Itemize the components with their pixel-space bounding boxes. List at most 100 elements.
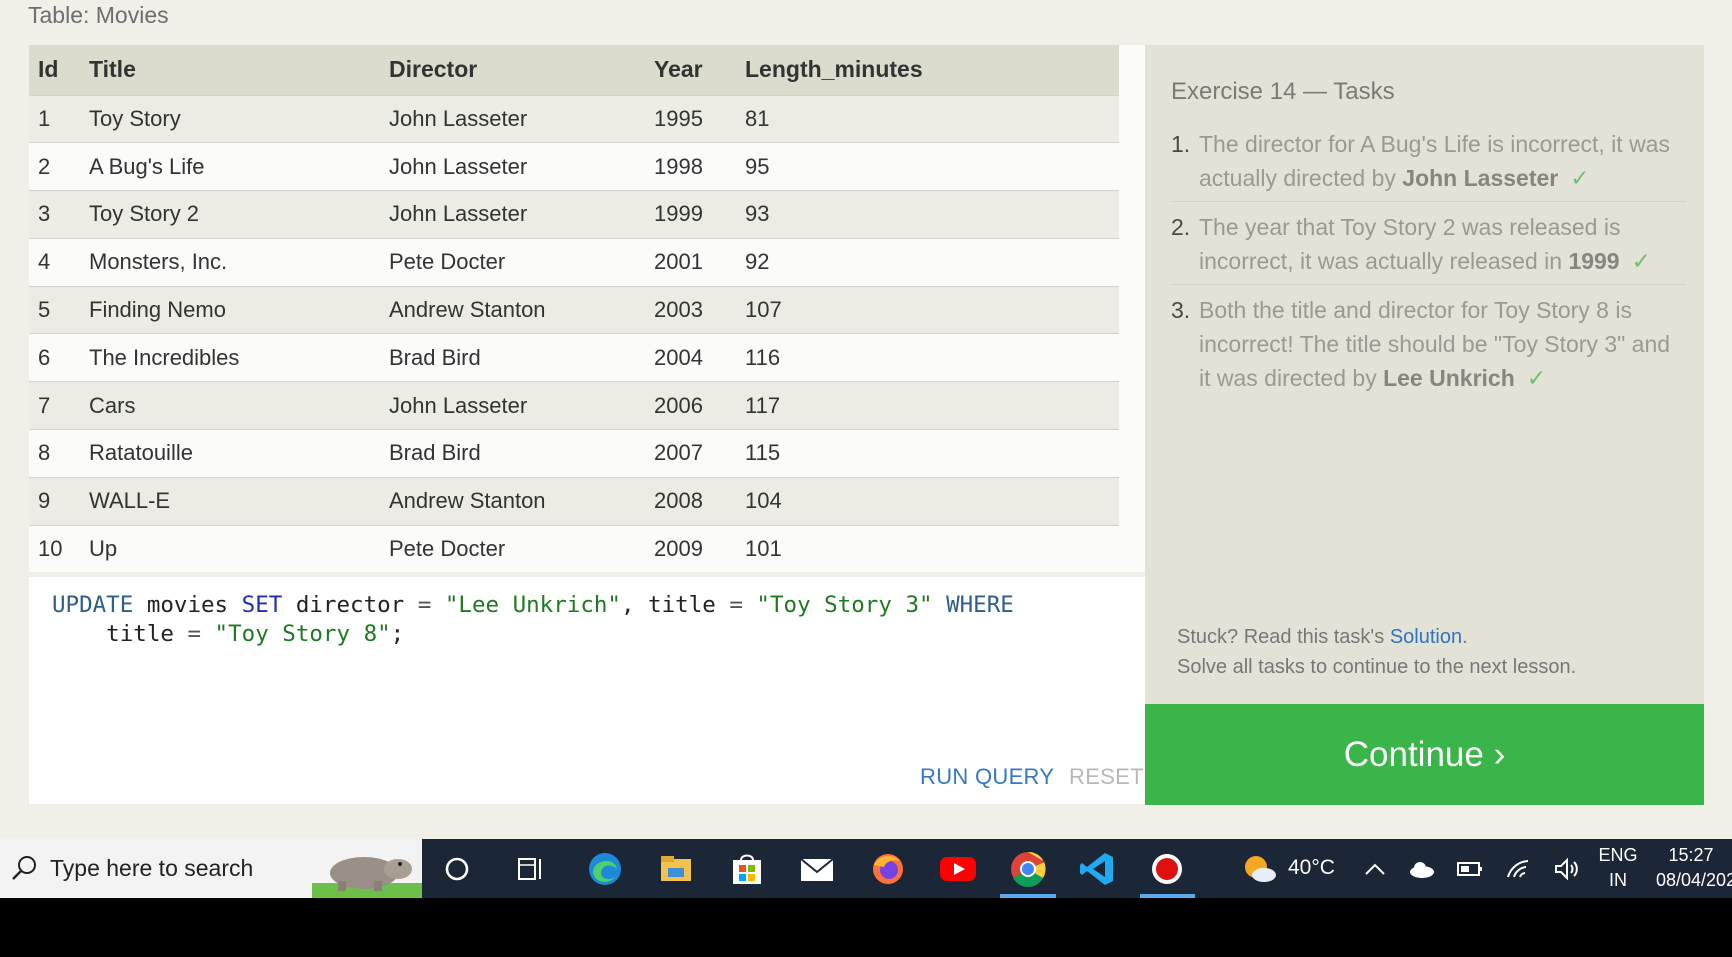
cell-id: 4 [29,237,89,287]
task-view-icon[interactable] [511,849,551,889]
screen-bottom-bezel [0,898,1732,957]
tasks-title: Exercise 14 — Tasks [1171,78,1395,105]
table-caption: Table: Movies [28,2,169,28]
task-answer: John Lasseter [1402,165,1559,191]
cell-title: Cars [89,381,389,430]
table-row: 1 Toy Story John Lasseter 1995 81 [29,94,1119,143]
cell-id: 8 [29,429,89,478]
cell-year: 2006 [654,381,745,430]
cell-title: Finding Nemo [89,285,389,334]
task-item: 2. The year that Toy Story 2 was release… [1171,210,1686,285]
cell-director: John Lasseter [389,94,654,143]
hippo-illustration-icon [312,857,422,898]
checkmark-icon: ✓ [1526,365,1547,391]
sql-token: ; [390,621,405,647]
task-number: 1. [1171,131,1191,157]
cell-director: Andrew Stanton [389,285,654,334]
mail-icon[interactable] [797,849,837,889]
sql-string: "Lee Unkrich" [431,592,621,618]
cell-title: A Bug's Life [89,142,389,191]
sql-token: title [52,621,188,647]
checkmark-icon: ✓ [1570,165,1590,191]
task-answer: Lee Unkrich [1383,365,1515,391]
cell-id: 3 [29,190,89,239]
clock[interactable]: 15:27 08/04/202 [1650,845,1732,891]
table-row: 2A Bug's Life John Lasseter 1998 95 [29,142,1119,191]
cell-length: 81 [745,94,1119,143]
cell-year: 2007 [654,429,745,478]
task-number: 2. [1171,214,1191,240]
cell-year: 2009 [654,524,745,572]
cell-year: 2003 [654,285,745,334]
vscode-icon[interactable] [1077,849,1117,889]
sql-token: movies [133,592,242,618]
table-row: 7 Cars John Lasseter 2006 117 [29,381,1119,430]
cell-title: Toy Story 2 [89,190,389,239]
cell-id: 6 [29,333,89,382]
chevron-up-icon[interactable] [1355,849,1395,889]
reset-button[interactable]: RESET [1069,764,1144,790]
cell-length: 95 [745,142,1119,191]
table-row: 4 Monsters, Inc. Pete Docter 2001 92 [29,237,1119,287]
edge-icon[interactable] [585,849,625,889]
weather-temperature[interactable]: 40°C [1288,856,1335,880]
cell-year: 2001 [654,237,745,287]
sql-operator: = [417,592,432,618]
windows-taskbar: Type here to search 40°C ENG IN 15:27 08… [0,839,1732,898]
cortana-icon[interactable] [437,849,477,889]
results-table: Id Title Director Year Length_minutes 1T… [29,45,1145,572]
query-editor[interactable]: UPDATE movies SET director = "Lee Unkric… [29,577,1145,804]
cell-length: 104 [745,476,1119,526]
sql-keyword: SET [241,592,283,618]
store-icon[interactable] [727,849,767,889]
query-text[interactable]: UPDATE movies SET director = "Lee Unkric… [52,591,1014,649]
sqlbolt-page: Table: Movies Id Title Director Year Len… [0,0,1732,839]
sql-token: , title [620,592,730,618]
cell-title: Toy Story [89,94,389,143]
column-header-director: Director [389,45,654,95]
cell-length: 107 [745,285,1119,334]
cell-director: Andrew Stanton [389,476,654,526]
cell-id: 10 [29,524,89,572]
table-row: 8 Ratatouille Brad Bird 2007 115 [29,429,1119,478]
table-row: 9 WALL-E Andrew Stanton 2008 104 [29,476,1119,526]
onedrive-icon[interactable] [1402,849,1442,889]
youtube-icon[interactable] [938,849,978,889]
battery-icon[interactable] [1450,849,1490,889]
search-icon [12,856,36,880]
cell-director: Brad Bird [389,429,654,478]
cell-year: 2004 [654,333,745,382]
run-query-button[interactable]: RUN QUERY [920,764,1054,790]
volume-icon[interactable] [1547,849,1587,889]
table-row: 6 The Incredibles Brad Bird 2004 116 [29,333,1119,382]
cell-id: 5 [29,285,89,334]
cell-id: 1 [29,94,89,143]
cell-length: 93 [745,190,1119,239]
help-text: Stuck? Read this task's Solution. Solve … [1177,626,1577,678]
sql-operator: = [729,592,743,618]
cell-title: WALL-E [89,476,389,526]
firefox-icon[interactable] [868,849,908,889]
task-text: The year that Toy Story 2 was released i… [1199,214,1621,274]
table-row: 5 Finding Nemo Andrew Stanton 2003 107 [29,285,1119,334]
wifi-icon[interactable] [1500,849,1540,889]
cell-length: 116 [745,333,1119,382]
cell-year: 1999 [654,190,745,239]
weather-icon[interactable] [1240,849,1280,889]
cell-length: 101 [745,524,1119,572]
file-explorer-icon[interactable] [656,849,696,889]
screen-recorder-icon[interactable] [1147,849,1187,889]
continue-button[interactable]: Continue › [1145,704,1704,805]
cell-length: 117 [745,381,1119,430]
language-indicator[interactable]: ENG IN [1590,845,1646,891]
checkmark-icon: ✓ [1631,248,1651,274]
solution-link[interactable]: Solution [1390,626,1462,648]
cell-director: John Lasseter [389,190,654,239]
cell-title: Ratatouille [89,429,389,478]
table-header-row: Id Title Director Year Length_minutes [29,45,1119,95]
sql-string: "Toy Story 8" [201,621,391,647]
cell-length: 92 [745,237,1119,287]
cell-year: 1998 [654,142,745,191]
chrome-icon[interactable] [1008,849,1048,889]
taskbar-search-box[interactable]: Type here to search [0,839,422,898]
